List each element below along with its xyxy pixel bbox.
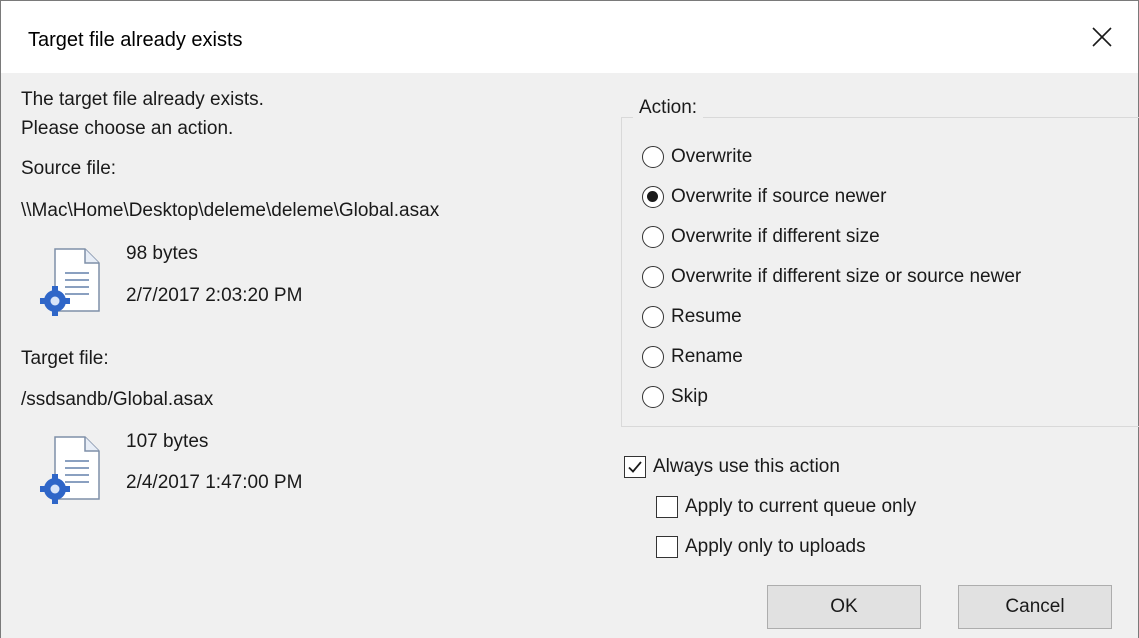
radio-rename[interactable]: Rename (642, 342, 743, 372)
source-file-path: \\Mac\Home\Desktop\deleme\deleme\Global.… (21, 200, 440, 221)
checkbox[interactable] (656, 496, 678, 518)
source-file-label: Source file: (21, 158, 117, 179)
source-file-size: 98 bytes (126, 243, 198, 264)
source-file-modified: 2/7/2017 2:03:20 PM (126, 285, 303, 306)
checkbox-label: Always use this action (653, 456, 840, 477)
checkbox[interactable] (656, 536, 678, 558)
checkmark-icon (628, 461, 642, 473)
ok-button[interactable]: OK (767, 585, 921, 629)
radio-label: Resume (671, 306, 742, 327)
checkbox-label: Apply to current queue only (685, 496, 917, 517)
radio-button[interactable] (642, 226, 664, 248)
target-exists-dialog: Target file already exists The target fi… (0, 0, 1139, 638)
cancel-button[interactable]: Cancel (958, 585, 1112, 629)
close-button[interactable] (1066, 1, 1138, 73)
radio-button[interactable] (642, 146, 664, 168)
radio-label: Overwrite if different size or source ne… (671, 266, 1022, 287)
target-file-label: Target file: (21, 348, 109, 369)
radio-button[interactable] (642, 266, 664, 288)
radio-overwrite-if-different-size[interactable]: Overwrite if different size (642, 222, 880, 252)
title-bar: Target file already exists (1, 1, 1138, 73)
radio-label: Overwrite if source newer (671, 186, 887, 207)
dialog-title: Target file already exists (28, 29, 243, 51)
message-line-2: Please choose an action. (21, 118, 234, 139)
close-icon (1092, 27, 1112, 47)
checkbox-uploads-only[interactable]: Apply only to uploads (656, 532, 866, 562)
radio-resume[interactable]: Resume (642, 302, 742, 332)
radio-button[interactable] (642, 186, 664, 208)
script-file-icon (40, 248, 100, 316)
radio-label: Skip (671, 386, 708, 407)
radio-label: Overwrite (671, 146, 753, 167)
target-file-size: 107 bytes (126, 431, 209, 452)
radio-button[interactable] (642, 306, 664, 328)
checkbox-current-queue-only[interactable]: Apply to current queue only (656, 492, 916, 522)
target-file-modified: 2/4/2017 1:47:00 PM (126, 472, 303, 493)
radio-label: Rename (671, 346, 743, 367)
radio-overwrite[interactable]: Overwrite (642, 142, 752, 172)
target-file-path: /ssdsandb/Global.asax (21, 389, 214, 410)
radio-overwrite-if-size-or-newer[interactable]: Overwrite if different size or source ne… (642, 262, 1021, 292)
script-file-icon (40, 436, 100, 504)
checkbox-label: Apply only to uploads (685, 536, 866, 557)
radio-button[interactable] (642, 386, 664, 408)
checkbox-always-use-action[interactable]: Always use this action (624, 452, 840, 482)
message-line-1: The target file already exists. (21, 89, 264, 110)
radio-label: Overwrite if different size (671, 226, 880, 247)
radio-skip[interactable]: Skip (642, 382, 708, 412)
radio-button[interactable] (642, 346, 664, 368)
action-group-label: Action: (633, 96, 704, 120)
checkbox[interactable] (624, 456, 646, 478)
radio-overwrite-if-newer[interactable]: Overwrite if source newer (642, 182, 886, 212)
